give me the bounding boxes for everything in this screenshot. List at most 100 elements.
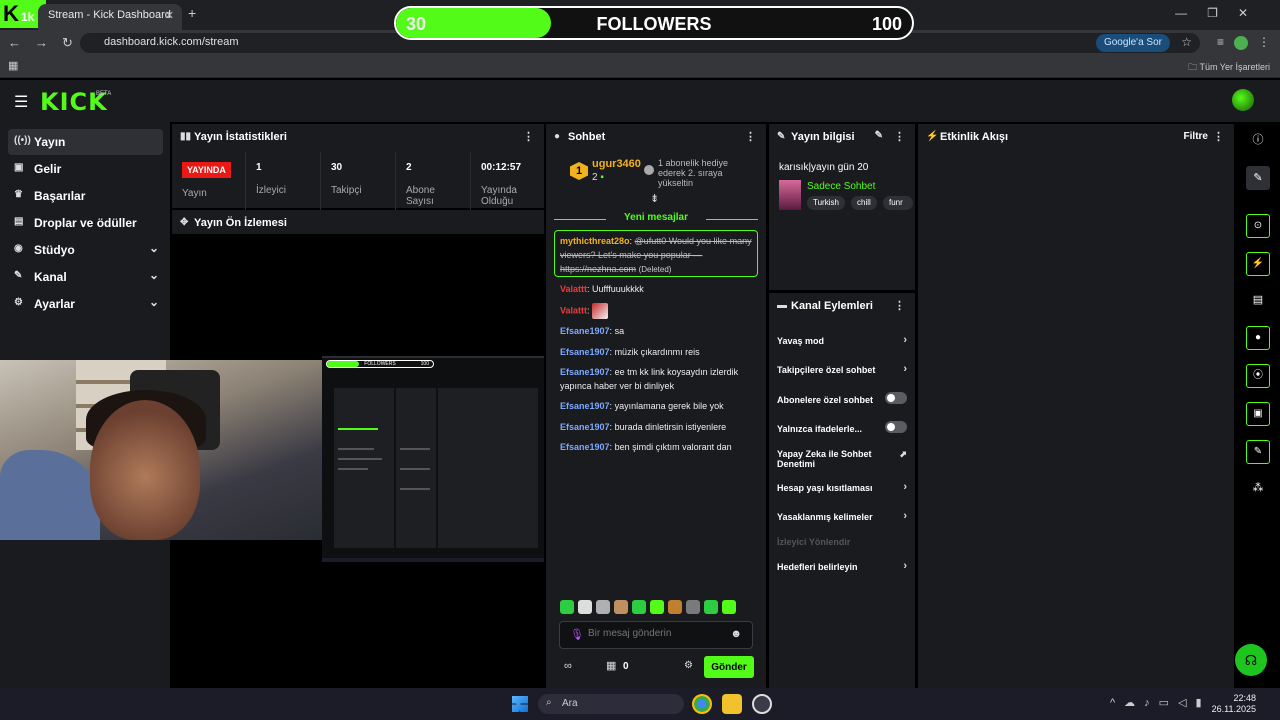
edit-layout-icon[interactable]: ✎ xyxy=(1246,166,1270,190)
chrome-app-icon[interactable] xyxy=(692,694,712,714)
tag[interactable]: Turkish xyxy=(807,196,845,210)
sidebar-item-studyo[interactable]: ◉ Stüdyo ⌄ xyxy=(8,237,163,263)
network-icon[interactable]: ▭ xyxy=(1159,697,1178,709)
restore-icon[interactable]: ❐ xyxy=(1207,6,1238,20)
chat-username[interactable]: Valattt xyxy=(560,305,587,315)
obs-app-icon[interactable] xyxy=(752,694,772,714)
chat-username[interactable]: Efsane1907 xyxy=(560,422,610,432)
chat-username[interactable]: Efsane1907 xyxy=(560,326,610,336)
more-vertical-icon[interactable]: ⋮ xyxy=(894,299,905,312)
mic-icon[interactable]: 🎙 xyxy=(570,628,584,641)
chat-username[interactable]: Efsane1907 xyxy=(560,442,610,452)
more-vertical-icon[interactable]: ⋮ xyxy=(894,130,905,143)
star-icon[interactable]: ☆ xyxy=(1181,35,1192,49)
action-subscribers-only[interactable]: Abonelere özel sohbet xyxy=(777,392,911,405)
chat-input-box[interactable]: 🎙 ☻ xyxy=(559,621,753,649)
action-set-goals[interactable]: Hedefleri belirleyin › xyxy=(777,561,911,573)
category-thumbnail[interactable] xyxy=(779,180,801,210)
more-vertical-icon[interactable]: ⋮ xyxy=(745,130,756,143)
nav-buttons[interactable]: ←→↻ xyxy=(8,35,87,51)
cloud-icon[interactable]: ☁ xyxy=(1124,697,1144,709)
chat-toggle-icon[interactable]: ● xyxy=(1246,326,1270,350)
menu-icon[interactable]: ☰ xyxy=(14,92,28,112)
close-icon[interactable]: ✕ xyxy=(165,9,174,22)
tag[interactable]: funr xyxy=(883,196,913,210)
tag[interactable]: chill xyxy=(851,196,877,210)
minimize-icon[interactable]: — xyxy=(1175,6,1207,20)
store-icon[interactable]: ▦ xyxy=(606,659,616,672)
action-banned-words[interactable]: Yasaklanmış kelimeler › xyxy=(777,511,911,523)
action-ai-moderation[interactable]: Yapay Zeka ile Sohbet Denetimi ⬈ xyxy=(777,449,911,469)
emote-button[interactable] xyxy=(614,600,628,614)
all-bookmarks[interactable]: 🗀 Tüm Yer İşaretleri xyxy=(1188,60,1270,76)
chat-username[interactable]: Efsane1907 xyxy=(560,401,610,411)
emoji-icon[interactable]: ☻ xyxy=(730,628,742,640)
chat-message[interactable]: Efsane1907: ee tm kk link koysaydın izle… xyxy=(560,365,760,393)
info-icon[interactable]: ⓘ xyxy=(1246,128,1270,152)
gear-icon[interactable]: ⚙ xyxy=(684,660,693,671)
activity-toggle-icon[interactable]: ⚡ xyxy=(1246,252,1270,276)
chat-username[interactable]: Efsane1907 xyxy=(560,347,610,357)
emote-button[interactable] xyxy=(632,600,646,614)
system-tray[interactable]: ^☁♪▭◁▮ xyxy=(1110,696,1211,709)
more-vertical-icon[interactable]: ⋮ xyxy=(523,130,534,143)
more-vertical-icon[interactable]: ⋮ xyxy=(1213,130,1224,143)
filter-button[interactable]: Filtre xyxy=(1184,131,1208,142)
subscribers-only-toggle[interactable] xyxy=(885,392,907,404)
chat-message[interactable]: Efsane1907: yayınlamana gerek bile yok xyxy=(560,399,760,413)
chat-message[interactable]: Efsane1907: sa xyxy=(560,324,760,338)
window-controls[interactable]: —❐✕ xyxy=(1175,6,1268,20)
emote-button[interactable] xyxy=(704,600,718,614)
sidebar-item-basarilar[interactable]: ♛ Başarılar xyxy=(8,183,163,209)
emote-button[interactable] xyxy=(596,600,610,614)
action-emotes-only[interactable]: Yalnızca ifadelerle... xyxy=(777,421,911,434)
mic-tray-icon[interactable]: ♪ xyxy=(1144,697,1159,709)
broadcast-toggle-icon[interactable]: ⦿ xyxy=(1246,364,1270,388)
chat-username[interactable]: mythicthreat28o xyxy=(560,236,630,246)
media-icon[interactable]: ≡ xyxy=(1217,35,1224,49)
sidebar-item-ayarlar[interactable]: ⚙ Ayarlar ⌄ xyxy=(8,291,163,317)
forward-icon[interactable]: → xyxy=(35,35,62,50)
chevron-up-icon[interactable]: ^ xyxy=(1110,697,1124,709)
sidebar-item-yayin[interactable]: ((•)) Yayın xyxy=(8,129,163,155)
emote-button[interactable] xyxy=(650,600,664,614)
emote-button[interactable] xyxy=(722,600,736,614)
action-account-age[interactable]: Hesap yaşı kısıtlaması › xyxy=(777,482,911,494)
emotes-only-toggle[interactable] xyxy=(885,421,907,433)
chat-username[interactable]: Valattt xyxy=(560,284,587,294)
chat-input[interactable] xyxy=(588,628,718,639)
send-button[interactable]: Gönder xyxy=(704,656,754,678)
sidebar-item-kanal[interactable]: ✎ Kanal ⌄ xyxy=(8,264,163,290)
notes-icon[interactable]: ▤ xyxy=(1246,288,1270,312)
action-slow-mode[interactable]: Yavaş mod › xyxy=(777,335,911,347)
taskbar-search[interactable]: ⌕ Ara xyxy=(538,694,684,714)
chat-message[interactable]: Efsane1907: ben şimdi çıktım valorant da… xyxy=(560,440,760,454)
stream-info-toggle-icon[interactable]: ▣ xyxy=(1246,402,1270,426)
collapse-icon[interactable]: ⇟ xyxy=(650,192,659,205)
wrench-toggle-icon[interactable]: ✎ xyxy=(1246,440,1270,464)
window-close-icon[interactable]: ✕ xyxy=(1238,6,1268,20)
edit-icon[interactable]: ✎ xyxy=(875,130,883,141)
apps-icon[interactable]: ▦ xyxy=(8,59,18,72)
back-icon[interactable]: ← xyxy=(8,35,35,50)
more-icon[interactable]: ⋮ xyxy=(1258,35,1270,49)
new-tab-icon[interactable]: + xyxy=(188,5,196,21)
category-name[interactable]: Sadece Sohbet xyxy=(807,181,875,192)
windows-start-icon[interactable] xyxy=(512,696,528,712)
emote-button[interactable] xyxy=(686,600,700,614)
emote-button[interactable] xyxy=(578,600,592,614)
chat-message[interactable]: Efsane1907: müzik çıkardınmı reis xyxy=(560,345,760,359)
emote-button[interactable] xyxy=(668,600,682,614)
highlighted-message[interactable]: mythicthreat28o: @ufutt0 Would you like … xyxy=(554,230,758,277)
volume-icon[interactable]: ◁ xyxy=(1178,697,1195,709)
emote-button[interactable] xyxy=(560,600,574,614)
sidebar-item-gelir[interactable]: ▣ Gelir xyxy=(8,156,163,182)
google-ask-button[interactable]: Google'a Sor xyxy=(1095,34,1170,52)
battery-icon[interactable]: ▮ xyxy=(1196,697,1211,709)
help-button[interactable]: ☊ xyxy=(1235,644,1267,676)
infinity-icon[interactable]: ∞ xyxy=(564,660,572,672)
profile-icon[interactable] xyxy=(1234,36,1248,50)
preview-toggle-icon[interactable]: ⊙ xyxy=(1246,214,1270,238)
avatar[interactable] xyxy=(1232,89,1254,111)
browser-tab[interactable]: Stream - Kick Dashboard ✕ xyxy=(38,4,182,30)
